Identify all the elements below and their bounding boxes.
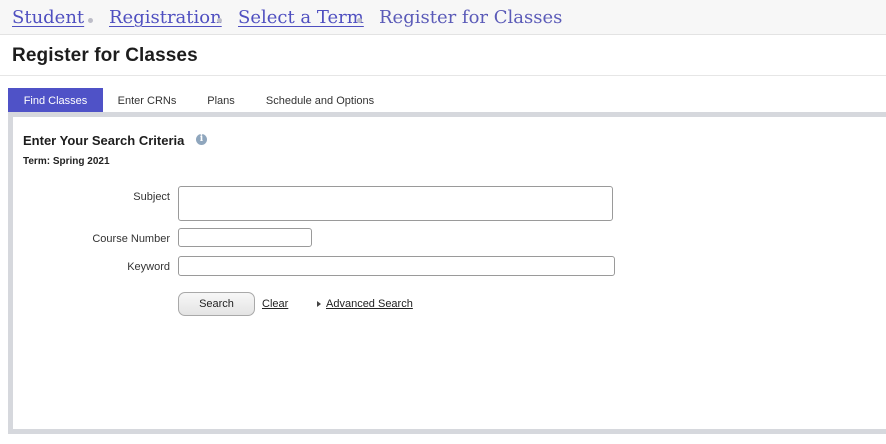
keyword-label: Keyword bbox=[127, 261, 170, 273]
breadcrumb-registration-link[interactable]: Registration bbox=[109, 8, 222, 28]
tab-find-classes[interactable]: Find Classes bbox=[8, 88, 103, 112]
search-criteria-panel: Enter Your Search Criteria i Term: Sprin… bbox=[8, 112, 886, 434]
tab-enter-crns[interactable]: Enter CRNs bbox=[107, 88, 187, 112]
keyword-input[interactable] bbox=[178, 256, 615, 276]
search-button[interactable]: Search bbox=[178, 292, 255, 316]
register-classes-panel: Find Classes Enter CRNs Plans Schedule a… bbox=[8, 88, 886, 438]
breadcrumb: Student Registration Select a Term Regis… bbox=[0, 0, 886, 35]
breadcrumb-student-link[interactable]: Student bbox=[12, 8, 84, 28]
tab-schedule-options[interactable]: Schedule and Options bbox=[260, 88, 380, 112]
page-header: Register for Classes bbox=[0, 35, 886, 76]
breadcrumb-separator bbox=[88, 18, 93, 23]
subject-label: Subject bbox=[133, 191, 170, 203]
course-number-label: Course Number bbox=[92, 233, 170, 245]
breadcrumb-select-term-link[interactable]: Select a Term bbox=[238, 8, 364, 28]
breadcrumb-separator bbox=[357, 18, 362, 23]
breadcrumb-current: Register for Classes bbox=[379, 7, 563, 28]
advanced-search-link[interactable]: Advanced Search bbox=[326, 298, 413, 310]
subject-input[interactable] bbox=[178, 186, 613, 221]
caret-right-icon bbox=[317, 301, 321, 307]
info-icon[interactable]: i bbox=[196, 134, 207, 145]
tab-bar: Find Classes Enter CRNs Plans Schedule a… bbox=[8, 88, 886, 112]
term-label: Term: Spring 2021 bbox=[23, 156, 110, 167]
tab-plans[interactable]: Plans bbox=[198, 88, 244, 112]
breadcrumb-separator bbox=[217, 18, 222, 23]
page-title: Register for Classes bbox=[12, 45, 198, 66]
course-number-input[interactable] bbox=[178, 228, 312, 247]
search-criteria-heading: Enter Your Search Criteria bbox=[23, 133, 185, 148]
clear-link[interactable]: Clear bbox=[262, 298, 288, 310]
